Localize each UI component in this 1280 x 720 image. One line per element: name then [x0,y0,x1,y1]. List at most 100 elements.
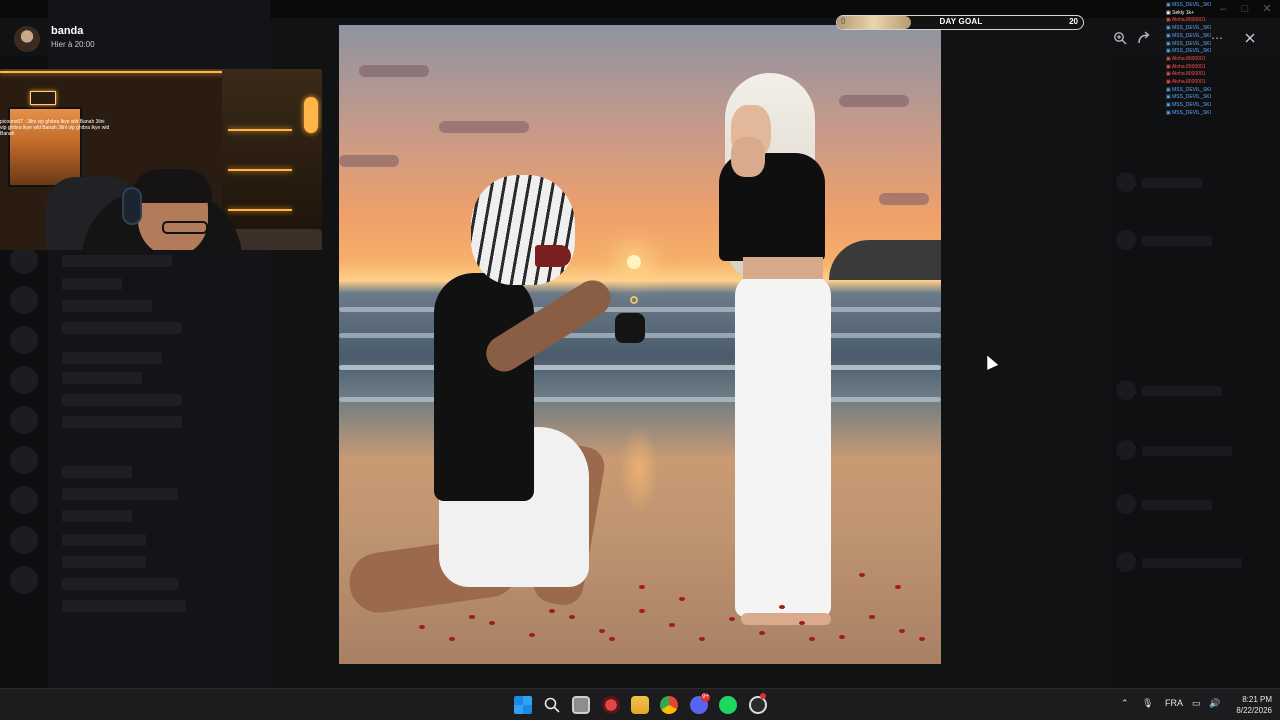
chrome-icon[interactable] [660,696,678,714]
channel-item[interactable] [62,416,182,428]
member-avatar[interactable] [1116,552,1136,572]
member-item[interactable] [1142,386,1222,396]
event-item: ▣ Aloha.8000001 [1166,17,1206,24]
chevron-up-icon[interactable]: ⌃ [1121,698,1129,709]
channel-item[interactable] [62,278,122,290]
channel-item[interactable] [62,534,146,546]
member-item[interactable] [1142,558,1242,568]
channel-item[interactable] [62,352,162,364]
member-item[interactable] [1142,500,1212,510]
obs-badge [760,693,766,699]
server-icon[interactable] [10,486,38,514]
spotify-icon[interactable] [719,696,737,714]
channel-item[interactable] [62,255,172,267]
rose-petal [639,585,645,589]
rose-petal [669,623,675,627]
wave [339,307,941,312]
member-avatar[interactable] [1116,172,1136,192]
server-icon[interactable] [10,246,38,274]
event-item: ▣ MSS_DEVIL_SKI [1166,102,1212,109]
man-shirt [434,273,534,501]
discord-badge: 9+ [701,693,710,702]
server-icon[interactable] [10,566,38,594]
server-icon[interactable] [10,526,38,554]
event-item: ▣ MSS_DEVIL_SKI [1166,94,1212,101]
speaker-icon[interactable]: 🔊 [1209,698,1220,709]
channel-item[interactable] [62,300,152,312]
rose-petal [729,617,735,621]
file-explorer-icon[interactable] [631,696,649,714]
wave [339,397,941,402]
wall-decor [30,91,56,105]
server-icon[interactable] [10,286,38,314]
member-avatar[interactable] [1116,230,1136,250]
app-red-icon[interactable] [602,696,620,714]
rose-petal [779,605,785,609]
shelf-light [228,209,292,211]
channel-item[interactable] [62,322,182,334]
language-indicator[interactable]: FRA [1165,698,1183,708]
taskbar: 9+ ⌃ 🎙 FRA ▭ 🔊 8:21 PM 8/22/2026 [0,688,1280,720]
woman-feet [741,613,831,625]
event-item: ▣ MSS_DEVIL_SKI [1166,109,1212,116]
member-item[interactable] [1142,446,1232,456]
member-avatar[interactable] [1116,494,1136,514]
member-avatar[interactable] [1116,440,1136,460]
windows-start-icon[interactable] [514,696,532,714]
event-item: ▣ Aloha.8000001 [1166,63,1206,70]
sender-timestamp: Hier à 20:00 [51,40,95,49]
woman-pants [735,275,831,617]
headphones [122,187,142,225]
tiger-mask [471,175,575,285]
system-clock[interactable]: 8:21 PM 8/22/2026 [1224,694,1272,716]
server-icon[interactable] [10,446,38,474]
server-icon[interactable] [10,406,38,434]
server-icon[interactable] [10,366,38,394]
display-icon[interactable]: ▭ [1192,698,1201,709]
channel-item[interactable] [62,466,132,478]
shelf-light [228,169,292,171]
clock-date: 8/22/2026 [1236,706,1272,715]
channel-item[interactable] [62,578,178,590]
rose-petal [469,615,475,619]
forward-icon[interactable] [1137,31,1151,45]
member-item[interactable] [1142,178,1202,188]
tiger-mouth [535,245,571,267]
channel-item[interactable] [62,372,142,384]
channel-item[interactable] [62,556,146,568]
sender-avatar[interactable] [14,26,40,52]
channel-item[interactable] [62,394,182,406]
event-item: ▣ MSS_DEVIL_SKI [1166,40,1212,47]
sender-name[interactable]: banda [51,25,83,37]
image-sender-header: banda Hier à 20:00 [14,24,174,54]
member-list [1110,56,1280,688]
rose-petal [639,609,645,613]
woman-waist [743,257,823,279]
member-avatar[interactable] [1116,380,1136,400]
event-item: ▣ Aloha.8000001 [1166,79,1206,85]
proposal-photo[interactable] [339,25,941,664]
glasses [162,221,208,234]
rose-petal [679,597,685,601]
rose-petal [599,629,605,633]
microphone-icon[interactable]: 🎙 [1142,698,1153,709]
task-view-icon[interactable] [572,696,590,714]
channel-item[interactable] [62,600,186,612]
zoom-in-icon[interactable] [1113,31,1127,45]
rose-petal [839,635,845,639]
cloud [439,121,529,133]
channel-item[interactable] [62,488,178,500]
event-item: ▣ MSS_DEVIL_SKI [1166,48,1212,55]
event-item: ▣ MSS_DEVIL_SKI [1166,86,1212,93]
wave [339,365,941,370]
sun [627,255,641,269]
webcam-overlay [0,69,322,250]
cloud [879,193,929,205]
rose-petal [549,609,555,613]
channel-item[interactable] [62,510,132,522]
rose-petal [869,615,875,619]
server-icon[interactable] [10,326,38,354]
event-item: ▣ Aloha.8000001 [1166,55,1206,62]
member-item[interactable] [1142,236,1212,246]
search-icon[interactable] [543,696,561,714]
